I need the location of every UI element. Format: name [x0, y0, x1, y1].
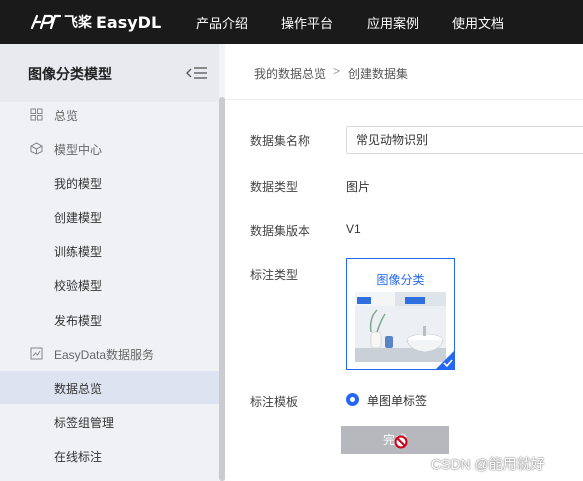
sidebar-item-my-models[interactable]: 我的模型 [0, 166, 219, 199]
sidebar-item-train-model[interactable]: 训练模型 [0, 234, 219, 267]
nav-cases[interactable]: 应用案例 [367, 13, 419, 32]
collapse-menu-icon[interactable] [186, 65, 208, 81]
sidebar-item-label: EasyData数据服务 [54, 348, 155, 362]
not-allowed-cursor-icon [394, 435, 408, 449]
sidebar-item-label: 我的模型 [54, 177, 103, 191]
sidebar-item-publish-model[interactable]: 发布模型 [0, 303, 219, 336]
annotation-type-label: 标注类型 [250, 268, 299, 282]
logo[interactable]: 飞桨 EasyDL [30, 10, 161, 34]
sidebar-header: 图像分类模型 [0, 44, 219, 102]
sidebar-item-label: 在线标注 [54, 450, 103, 464]
nav-platform[interactable]: 操作平台 [281, 13, 333, 32]
data-type-label: 数据类型 [250, 180, 299, 194]
template-single-label-text: 单图单标签 [367, 394, 428, 408]
sidebar-item-label: 训练模型 [54, 245, 103, 259]
sidebar-item-label: 标签组管理 [54, 416, 115, 430]
sidebar-item-label: 创建模型 [54, 211, 103, 225]
breadcrumb-parent[interactable]: 我的数据总览 [254, 65, 326, 82]
annotation-type-card-image-classification[interactable]: 图像分类 [346, 258, 455, 370]
dataset-version-label: 数据集版本 [250, 224, 311, 238]
grid-icon [30, 108, 43, 121]
data-type-value: 图片 [346, 180, 371, 194]
top-nav: 飞桨 EasyDL 产品介绍 操作平台 应用案例 使用文档 [0, 0, 583, 44]
sidebar-item-online-annotation[interactable]: 在线标注 [0, 439, 219, 472]
create-dataset-form: 数据集名称 常见动物识别 数据类型 图片 数据集版本 V1 标注类型 图像分类 … [225, 100, 583, 481]
breadcrumb-separator: > [333, 64, 341, 78]
sidebar-item-label: 数据总览 [54, 382, 103, 396]
chart-icon [30, 347, 43, 360]
nav-docs[interactable]: 使用文档 [452, 13, 504, 32]
sidebar-item-overview[interactable]: 总览 [0, 98, 219, 131]
sidebar-title: 图像分类模型 [28, 66, 112, 82]
sidebar-item-data-overview[interactable]: 数据总览 [0, 371, 219, 404]
breadcrumb-current: 创建数据集 [348, 67, 409, 81]
breadcrumb: 我的数据总览 > 创建数据集 [225, 44, 583, 100]
annotation-type-card-title: 图像分类 [376, 273, 425, 287]
sidebar-item-label: 总览 [54, 109, 79, 123]
sidebar-item-label-groups[interactable]: 标签组管理 [0, 405, 219, 438]
model-icon [30, 142, 43, 155]
sidebar-item-label: 模型中心 [54, 143, 103, 157]
sidebar: 图像分类模型 总览 模型中心 我的模型 创建模型 训练模型 校验模型 发布模型 … [0, 44, 219, 481]
sidebar-item-label: 发布模型 [54, 314, 103, 328]
sidebar-item-model-center[interactable]: 模型中心 [0, 132, 219, 165]
image-classification-illustration [355, 292, 446, 362]
dataset-name-input[interactable]: 常见动物识别 [346, 126, 583, 154]
sidebar-item-label: 校验模型 [54, 279, 103, 293]
brand-cn: 飞桨 [64, 14, 92, 30]
annotation-template-label: 标注模板 [250, 395, 299, 409]
dataset-version-value: V1 [346, 222, 361, 236]
nav-product-intro[interactable]: 产品介绍 [196, 13, 248, 32]
brand-en: EasyDL [96, 12, 162, 32]
paddle-logo-icon [30, 14, 62, 30]
dataset-name-label: 数据集名称 [250, 134, 311, 148]
sidebar-item-create-model[interactable]: 创建模型 [0, 200, 219, 233]
template-single-label-radio[interactable] [346, 393, 359, 406]
sidebar-item-validate-model[interactable]: 校验模型 [0, 268, 219, 301]
selected-check-icon [436, 351, 454, 369]
sidebar-item-easydata[interactable]: EasyData数据服务 [0, 337, 219, 370]
watermark: CSDN @能用就好 [431, 456, 545, 472]
